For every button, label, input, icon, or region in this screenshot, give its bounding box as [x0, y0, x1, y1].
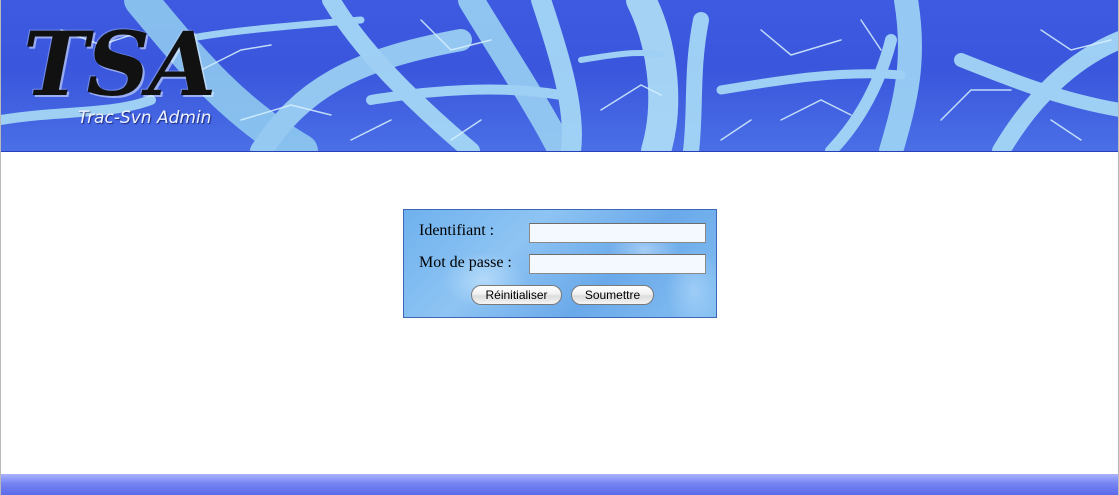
- password-input[interactable]: [529, 254, 706, 274]
- username-label: Identifiant :: [419, 222, 495, 239]
- logo-subtitle: Trac-Svn Admin: [78, 108, 212, 128]
- footer-bar: [1, 474, 1118, 495]
- page: TSA Trac-Svn Admin Identifiant : Mot de …: [0, 0, 1119, 495]
- logo-text: TSA: [23, 12, 216, 116]
- username-input[interactable]: [529, 223, 706, 243]
- password-label: Mot de passe :: [419, 254, 512, 271]
- submit-button[interactable]: Soumettre: [571, 285, 654, 305]
- login-form: Identifiant : Mot de passe : Réinitialis…: [403, 209, 717, 318]
- reset-button[interactable]: Réinitialiser: [471, 285, 562, 305]
- header-banner: TSA Trac-Svn Admin: [1, 0, 1118, 152]
